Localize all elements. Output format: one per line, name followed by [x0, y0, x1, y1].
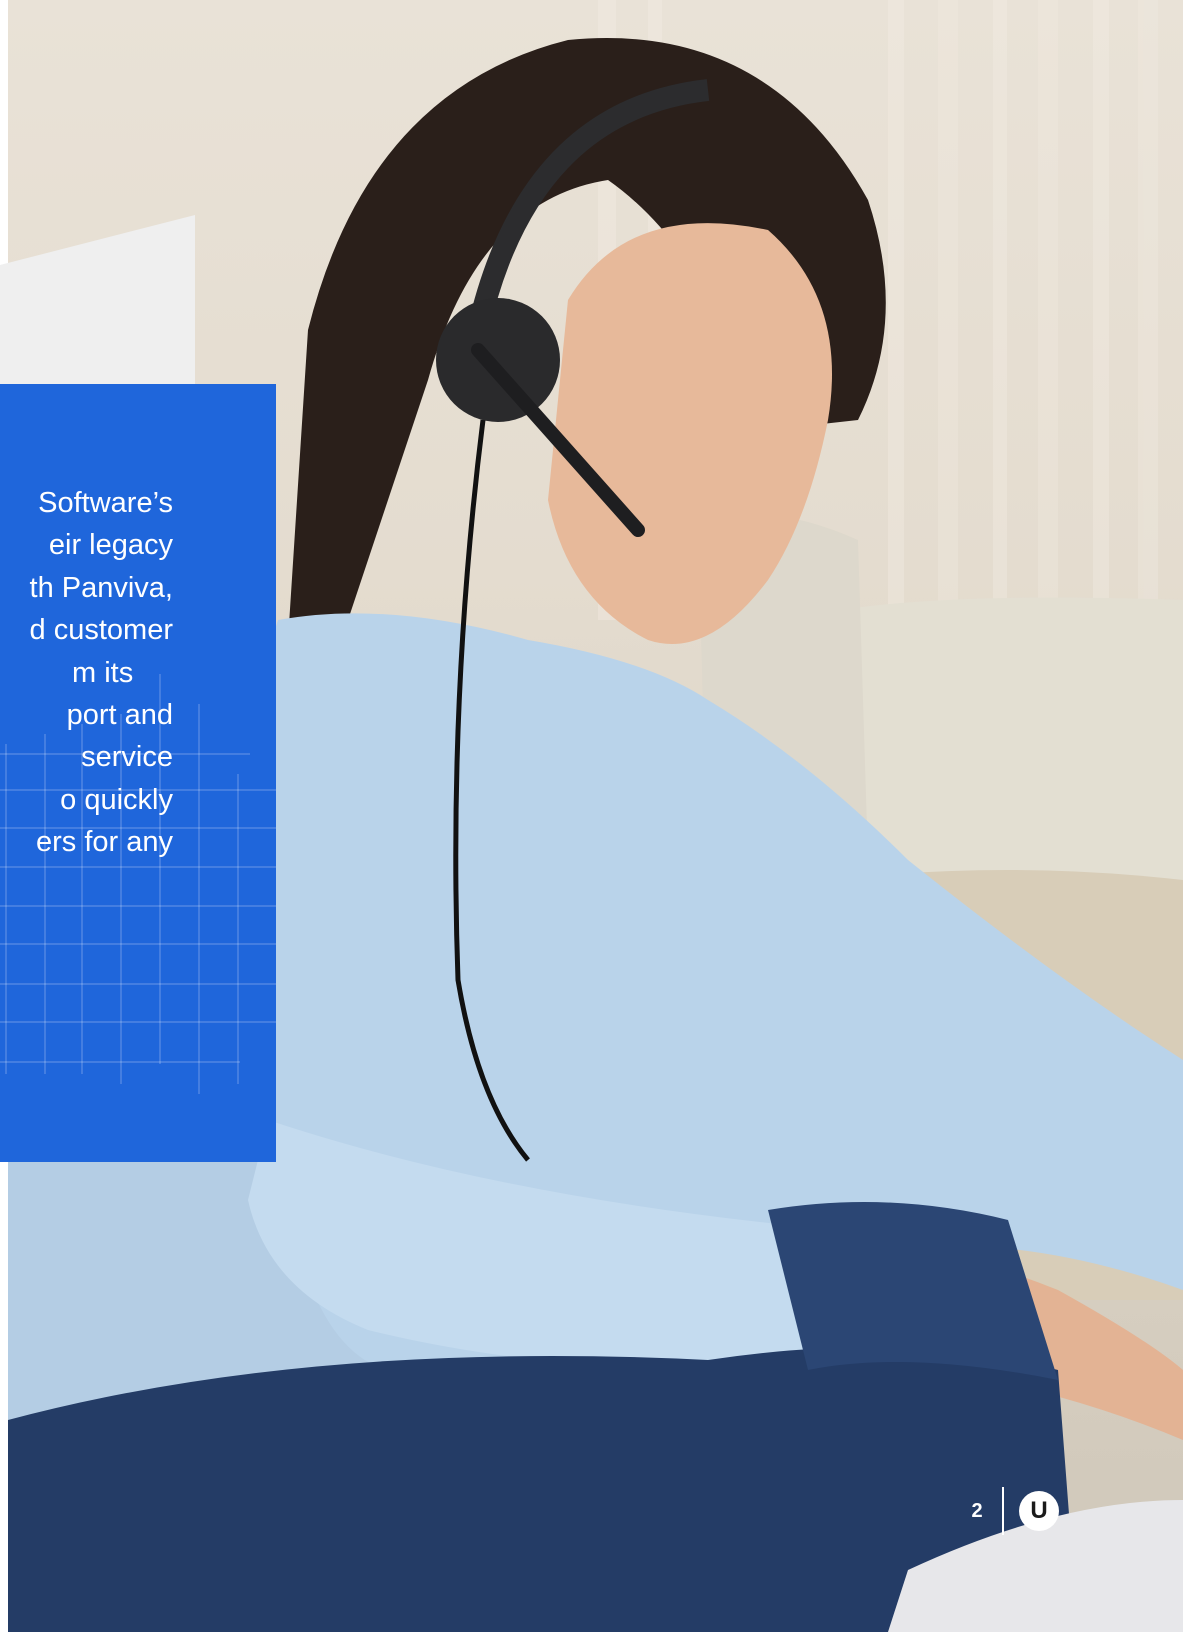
panel-text-line: port and [66, 699, 173, 732]
panel-text-line: ers for any [36, 826, 173, 859]
panel-text-line: th Panviva, [29, 571, 173, 604]
panel-text-line: d customer [29, 614, 173, 647]
blue-text-panel: Software’s eir legacy th Panviva, d cust… [0, 384, 276, 1162]
panel-text-line: m its [72, 656, 134, 689]
page-footer: 2 U [966, 1487, 1066, 1539]
panel-text-line: eir legacy [48, 529, 173, 562]
panel-text-line: service [81, 741, 173, 774]
headset-earcup [436, 298, 560, 422]
page: Software’s eir legacy th Panviva, d cust… [0, 0, 1183, 1632]
footer-divider [1002, 1487, 1004, 1535]
page-number: 2 [971, 1500, 983, 1522]
panel-text-line: o quickly [60, 783, 173, 816]
panel-text-line: Software’s [38, 487, 173, 519]
brand-logo-icon: U [1019, 1491, 1059, 1531]
panel-body-text: Software’s eir legacy th Panviva, d cust… [0, 482, 173, 864]
logo-letter: U [1030, 1497, 1048, 1524]
